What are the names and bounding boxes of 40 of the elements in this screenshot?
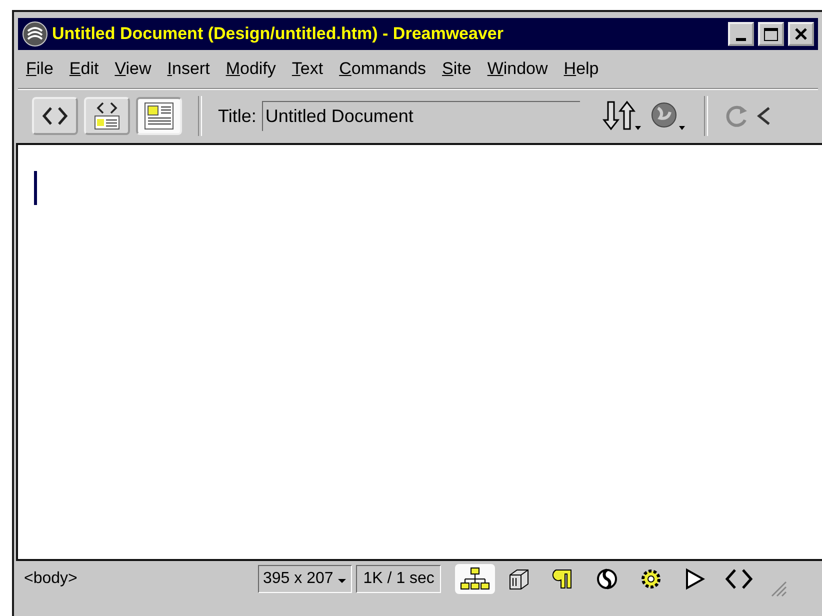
menu-item[interactable]: Commands <box>331 59 434 79</box>
text-cursor <box>34 171 37 205</box>
view-button[interactable] <box>84 97 130 135</box>
maximize-icon <box>763 26 779 42</box>
tag-selector[interactable]: <body> <box>24 570 254 588</box>
view-button[interactable] <box>136 97 182 135</box>
paragraph-icon <box>552 567 574 591</box>
close-button[interactable] <box>788 22 814 46</box>
swirl-icon <box>595 567 620 591</box>
title-field[interactable]: Untitled Document <box>262 101 580 131</box>
menu-item[interactable]: Text <box>284 59 332 79</box>
minimize-button[interactable] <box>728 22 754 46</box>
resize-grip-icon[interactable] <box>769 579 788 597</box>
menu-item[interactable]: Modify <box>218 59 284 79</box>
app-logo-icon <box>22 21 48 47</box>
transfer-icon[interactable] <box>602 100 642 132</box>
maximize-button[interactable] <box>758 22 784 46</box>
design-view-icon <box>143 101 175 131</box>
menu-item[interactable]: Window <box>479 59 556 79</box>
play-icon <box>684 567 706 591</box>
site-map-icon <box>460 567 490 591</box>
gear-icon <box>639 567 664 591</box>
title-label: Title: <box>218 106 256 126</box>
download-time: 1K / 1 sec <box>356 565 442 593</box>
window-title: Untitled Document (Design/untitled.htm) - Dreamweaver <box>52 24 504 44</box>
menu-item[interactable]: File <box>18 59 62 79</box>
split-view-icon <box>92 101 122 131</box>
launcher-button[interactable] <box>455 564 496 594</box>
menu-item[interactable]: Help <box>556 59 607 79</box>
cabinet-icon <box>507 567 532 591</box>
menu-item[interactable]: View <box>106 59 160 79</box>
code-icon <box>724 567 754 591</box>
menu-item[interactable]: Site <box>434 59 480 79</box>
menu-item[interactable]: Insert <box>159 59 218 79</box>
minimize-icon <box>736 38 746 40</box>
close-icon <box>794 27 808 41</box>
window-size-dropdown[interactable]: 395 x 207 <box>258 565 352 593</box>
view-button[interactable] <box>32 97 78 135</box>
menu-item[interactable]: Edit <box>61 59 107 79</box>
code-icon <box>41 105 69 127</box>
